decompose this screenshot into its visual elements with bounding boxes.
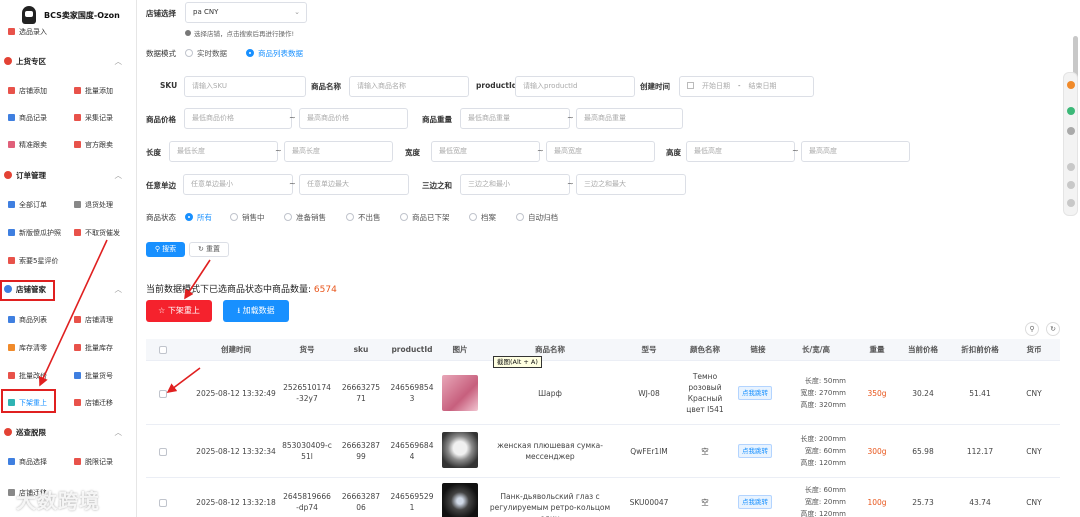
floating-toolbar xyxy=(1063,72,1078,216)
arrow-to-relist-button xyxy=(184,259,211,300)
share-icon[interactable] xyxy=(1067,181,1075,189)
leaf-icon[interactable] xyxy=(1067,107,1075,115)
annotation-arrows xyxy=(38,239,211,393)
arrow-to-row-checkbox xyxy=(166,367,201,393)
clock-icon[interactable] xyxy=(1067,163,1075,171)
plugin-icon[interactable] xyxy=(1067,81,1075,89)
document-icon[interactable] xyxy=(1067,199,1075,207)
arrow-to-relist-menu xyxy=(38,239,108,387)
stats-icon[interactable] xyxy=(1067,127,1075,135)
watermark: 大数跨境 xyxy=(16,489,100,513)
